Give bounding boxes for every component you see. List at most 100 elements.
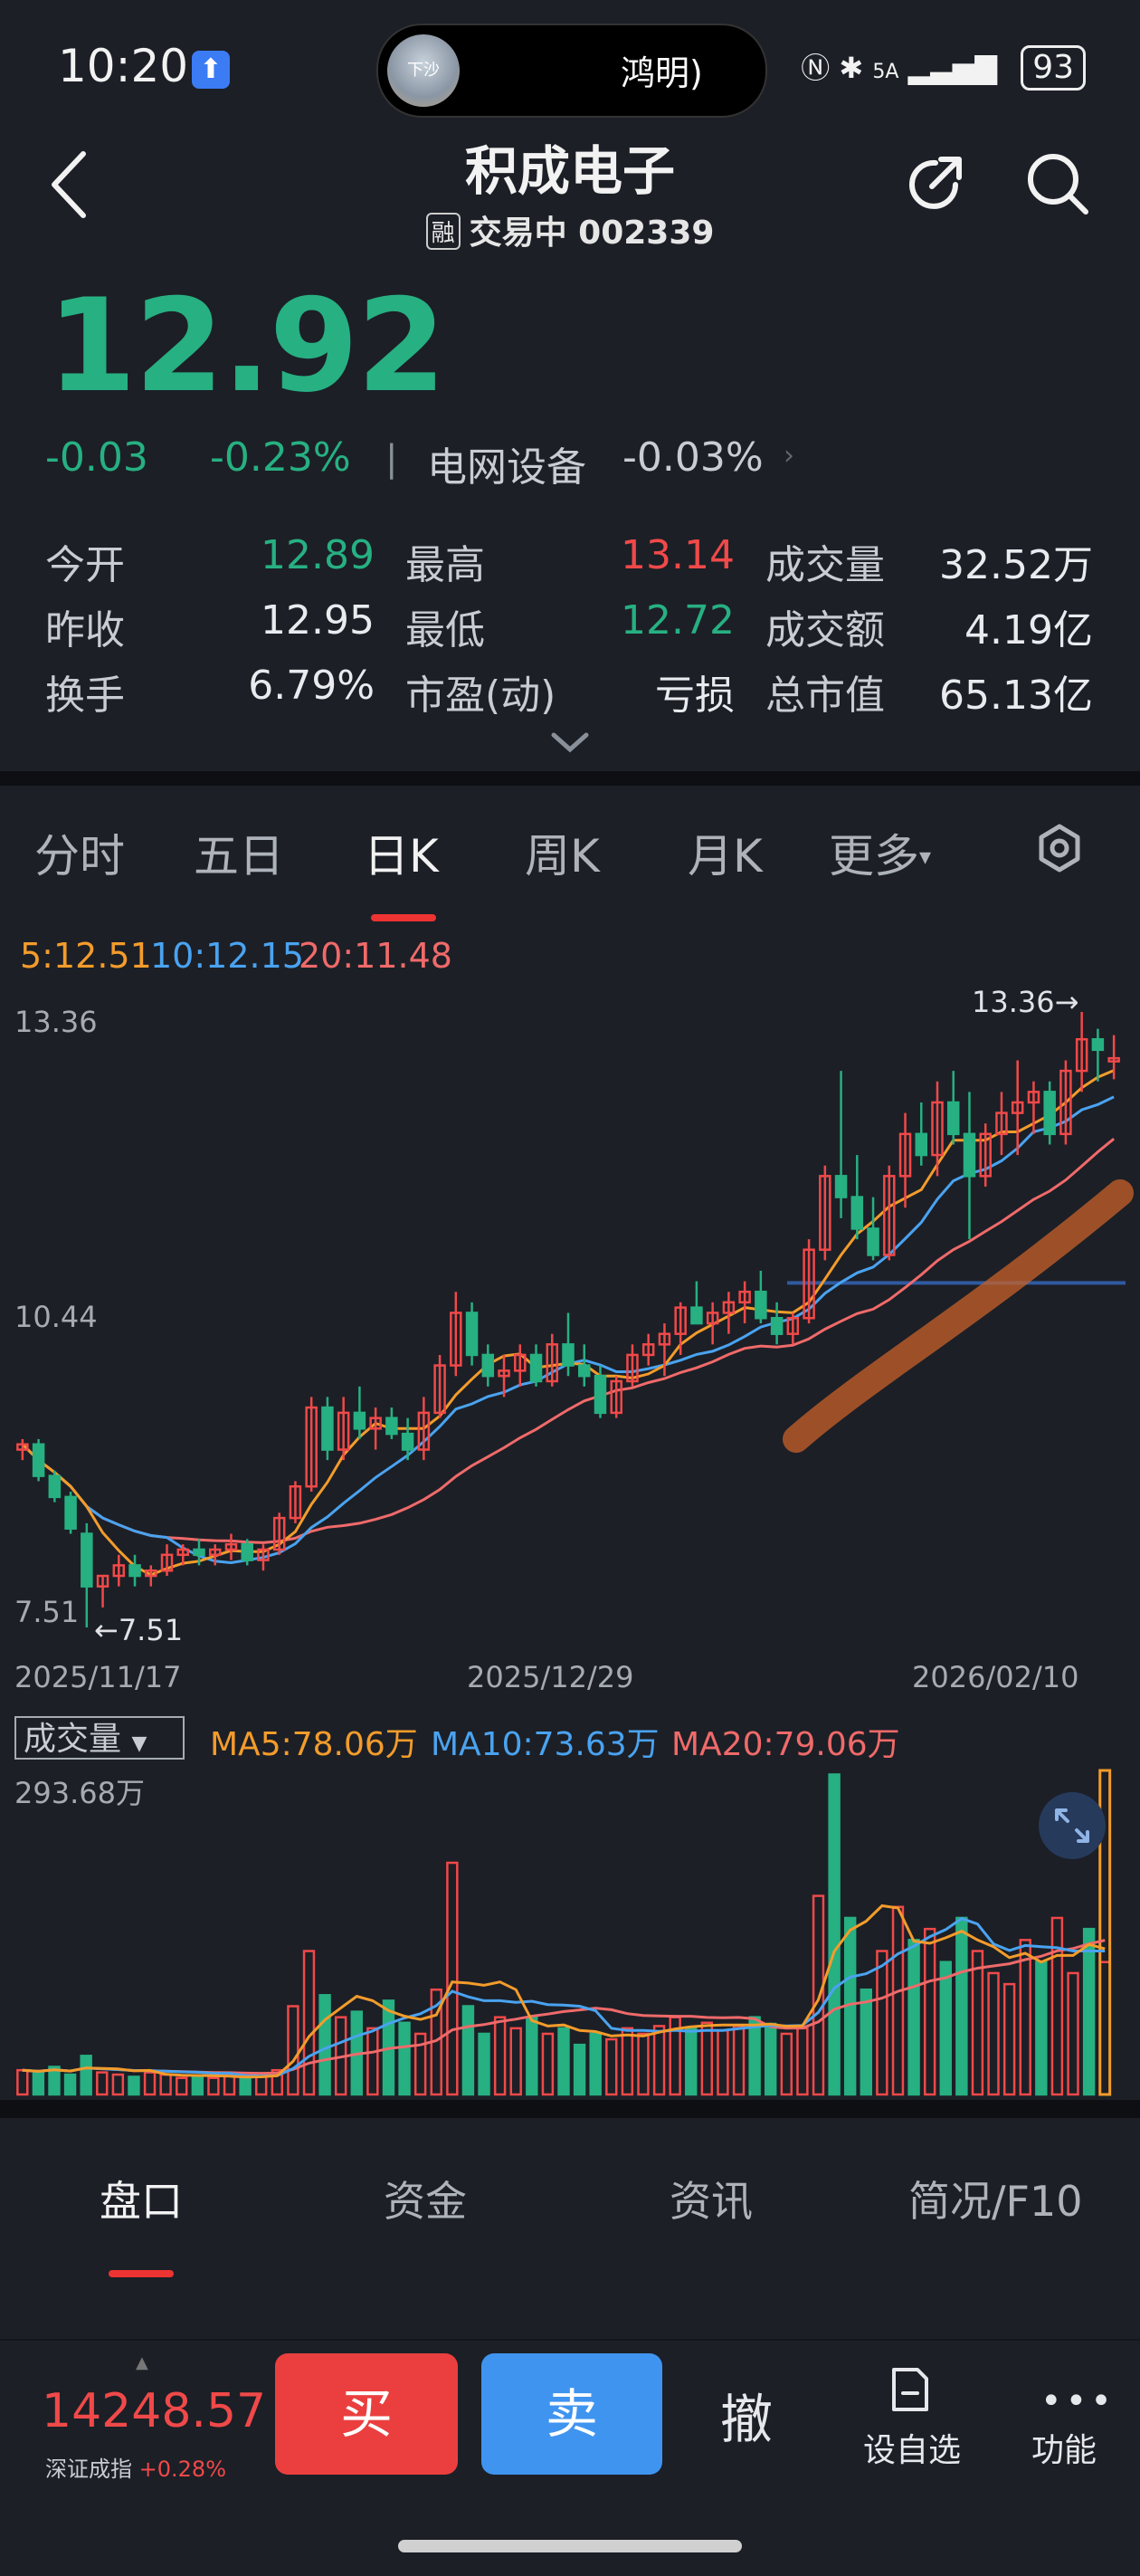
volume-bar	[80, 2055, 92, 2096]
candle	[577, 1364, 591, 1378]
volume-chart[interactable]	[0, 1765, 1140, 2100]
share-icon[interactable]	[903, 152, 966, 215]
x-tick: 2026/02/10	[912, 1660, 1079, 1694]
section-divider	[0, 771, 1140, 786]
volume-bar	[541, 2032, 555, 2096]
candle	[867, 1227, 879, 1256]
stock-code: 002339	[578, 215, 715, 252]
candle	[755, 1290, 767, 1320]
candle	[915, 1132, 928, 1157]
volume-bar	[971, 1950, 984, 2096]
volume-indicator-select[interactable]: 成交量 ▼	[14, 1716, 185, 1760]
candle	[48, 1474, 62, 1499]
quote-value-market-cap: 65.13亿	[939, 673, 1093, 719]
volume-bar	[63, 2073, 77, 2096]
quote-label: 最低	[405, 607, 485, 654]
home-indicator[interactable]	[398, 2540, 742, 2552]
candle	[32, 1443, 45, 1477]
index-value[interactable]: 14248.57	[42, 2384, 266, 2438]
quote-value-prev-close: 12.95	[261, 597, 375, 644]
ma10-legend: 10:12.15	[150, 936, 304, 976]
tab-five-day[interactable]: 五日	[194, 820, 284, 885]
candle	[241, 1542, 253, 1561]
volume-bar	[111, 2073, 125, 2096]
dynamic-island[interactable]: 下沙 鸿明)	[376, 24, 767, 118]
volume-bar	[796, 2027, 809, 2096]
island-avatar: 下沙	[387, 34, 460, 107]
search-icon[interactable]	[1024, 150, 1091, 217]
volume-bar	[812, 1894, 825, 2096]
margin-badge: 融	[425, 213, 461, 250]
sector-arrow-icon[interactable]: ›	[784, 440, 794, 472]
volume-bar	[987, 1971, 1000, 2096]
cancel-order-button[interactable]: 撤	[720, 2377, 773, 2453]
candle	[321, 1406, 334, 1451]
volume-bar	[176, 2076, 188, 2096]
more-dots-icon[interactable]: •••	[1040, 2380, 1116, 2422]
vol-ma10-legend: MA10:73.63万	[431, 1726, 660, 1763]
tab-more[interactable]: 更多▾	[829, 820, 931, 885]
candle	[963, 1132, 976, 1178]
tab-capital[interactable]: 资金	[384, 2169, 467, 2228]
candle	[481, 1353, 495, 1378]
tab-intraday[interactable]: 分时	[34, 820, 125, 885]
sell-button[interactable]: 卖	[481, 2353, 662, 2475]
candle	[562, 1343, 575, 1367]
tab-weekly-k[interactable]: 周K	[525, 820, 600, 885]
volume-bar	[876, 1950, 888, 2096]
up-arrow-icon: ▲	[136, 2353, 148, 2372]
volume-bar	[939, 1961, 952, 2096]
bluetooth-icon: ✱	[839, 51, 864, 85]
island-text: 鸿明)	[621, 53, 703, 93]
volume-bar	[461, 2005, 475, 2096]
quote-label: 市盈(动)	[405, 673, 556, 719]
candle	[529, 1353, 543, 1383]
volume-bar	[557, 2027, 570, 2096]
sector-change-pct[interactable]: -0.03%	[622, 434, 764, 481]
tab-daily-k[interactable]: 日K	[364, 820, 439, 885]
candle	[1091, 1037, 1105, 1052]
add-favorite-label[interactable]: 设自选	[863, 2424, 961, 2471]
price-change: -0.03	[45, 434, 148, 481]
tab-monthly-k[interactable]: 月K	[688, 820, 763, 885]
volume-bar	[923, 1927, 936, 2096]
volume-bar	[239, 2077, 252, 2096]
volume-bar	[1067, 1971, 1079, 2096]
expand-chevron-icon[interactable]	[548, 730, 592, 755]
quote-value-pe: 亏损	[655, 673, 735, 719]
page-title: 积成电子	[464, 140, 675, 202]
volume-bar	[573, 2043, 586, 2096]
quote-label: 总市值	[765, 673, 885, 719]
candle	[946, 1101, 960, 1136]
tab-profile[interactable]: 简况/F10	[908, 2169, 1083, 2228]
buy-button[interactable]: 买	[275, 2353, 458, 2475]
volume-bar	[287, 2005, 299, 2096]
vol-ma5-legend: MA5:78.06万	[210, 1726, 418, 1763]
section-divider	[0, 2100, 1140, 2118]
stock-subtitle: 融交易中 002339	[0, 206, 1140, 253]
volume-bar	[589, 2032, 602, 2096]
add-favorite-icon[interactable]	[885, 2364, 936, 2415]
quote-value-high: 13.14	[621, 532, 735, 578]
kline-chart[interactable]	[0, 996, 1140, 1647]
quote-label: 今开	[45, 542, 125, 588]
volume-bar	[366, 2027, 379, 2096]
fullscreen-button[interactable]	[1039, 1792, 1106, 1859]
volume-bar	[1019, 1939, 1031, 2096]
functions-label[interactable]: 功能	[1031, 2424, 1097, 2471]
ma5-legend: 5:12.51	[20, 936, 152, 976]
sector-name[interactable]: 电网设备	[427, 434, 586, 492]
volume-bar	[637, 2032, 650, 2096]
candle	[690, 1306, 703, 1325]
tab-order-book[interactable]: 盘口	[100, 2169, 183, 2228]
signal-icon: ▂▃▅▇	[907, 51, 998, 85]
upload-icon: ⬆	[192, 51, 230, 89]
tab-news[interactable]: 资讯	[670, 2169, 753, 2228]
volume-bar	[478, 2032, 490, 2096]
settings-icon[interactable]	[1035, 824, 1084, 873]
divider: |	[385, 438, 398, 480]
index-change-pct: +0.28%	[138, 2457, 226, 2482]
index-name[interactable]: 深证成指 +0.28%	[45, 2451, 226, 2483]
ma20-legend: 20:11.48	[299, 936, 452, 976]
quote-label: 最高	[405, 542, 485, 588]
